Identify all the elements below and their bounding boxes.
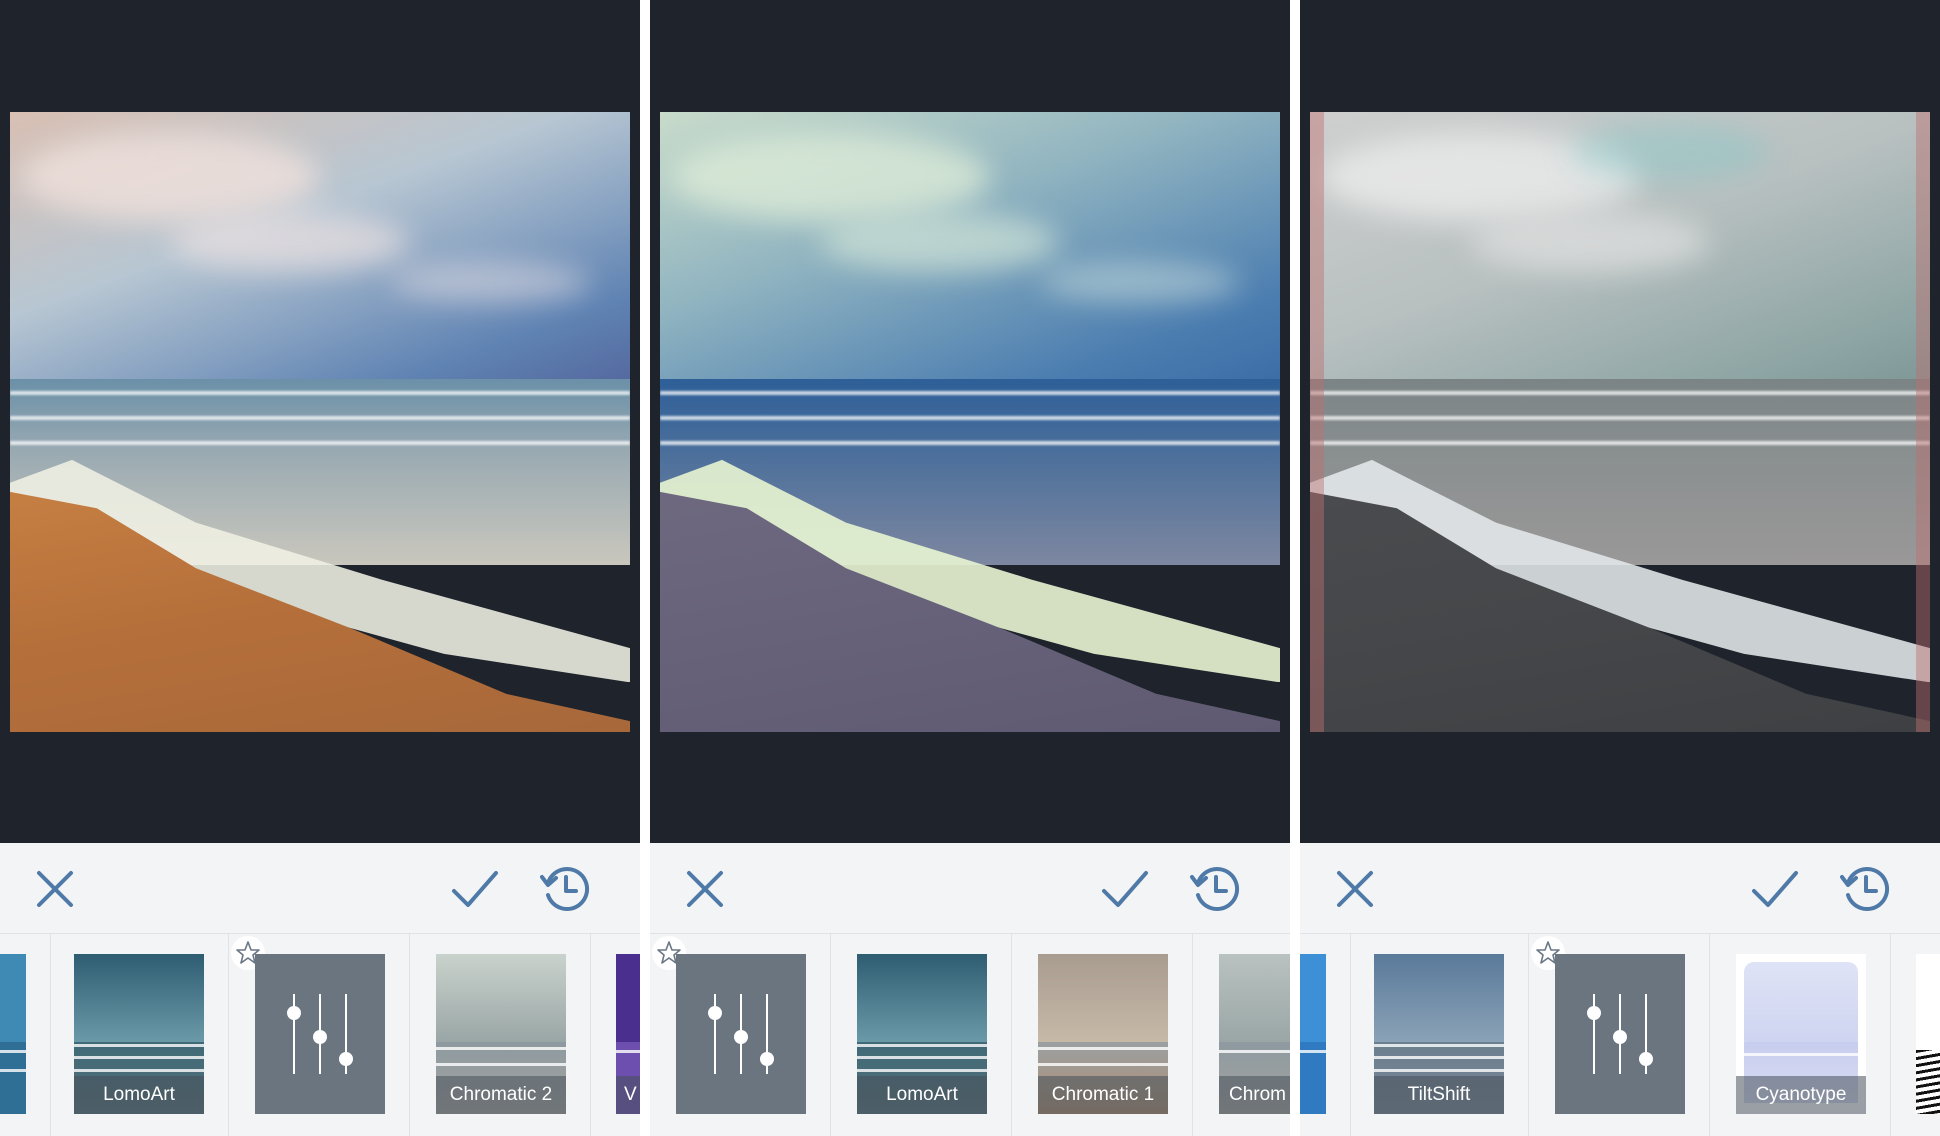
filter-thumbnail: V [616, 954, 640, 1114]
filter-label: TiltShift [1374, 1076, 1504, 1114]
photo-viewer [0, 0, 640, 843]
editor-toolbar [1300, 843, 1940, 934]
filter-tile-cyanotype[interactable]: Cyanotype [1710, 934, 1891, 1136]
filter-thumbnail: Chrom [1219, 954, 1290, 1114]
filter-tile-tiltshift[interactable]: TiltShift [1348, 934, 1529, 1136]
beach-photo-lomo [10, 112, 630, 732]
filter-thumbnail: Chromatic 2 [436, 954, 566, 1114]
beach-photo-chromatic [1310, 112, 1930, 732]
editor-toolbar [0, 843, 640, 934]
filter-thumbnail: LomoArt [74, 954, 204, 1114]
filter-tile-chromatic-1[interactable]: Chromatic 1 [1012, 934, 1193, 1136]
history-icon[interactable] [1838, 863, 1890, 915]
filter-thumbnail [0, 954, 26, 1114]
filter-tile-adjust[interactable] [650, 934, 831, 1136]
filter-label: Chromatic 1 [1038, 1076, 1168, 1114]
adjust-sliders-icon [1555, 954, 1685, 1114]
editor-panel-2: LomoArt Chromatic 1 Chrom [650, 0, 1290, 1136]
filter-tile-partial[interactable] [1890, 934, 1940, 1136]
filter-strip: TiltShift Cyanotype [1300, 934, 1940, 1136]
editor-panel-1: LomoArt Chromatic 2 V [0, 0, 640, 1136]
beach-photo-cool [660, 112, 1280, 732]
history-icon[interactable] [1188, 863, 1240, 915]
editor-toolbar [650, 843, 1290, 934]
filter-thumbnail: TiltShift [1374, 954, 1504, 1114]
filter-label: LomoArt [857, 1076, 987, 1114]
filter-thumbnail [1916, 954, 1940, 1114]
filter-thumbnail: LomoArt [857, 954, 987, 1114]
close-icon[interactable] [679, 863, 731, 915]
close-icon[interactable] [1329, 863, 1381, 915]
checkmark-icon[interactable] [1098, 863, 1150, 915]
filter-label: V [616, 1076, 640, 1114]
filter-label: Chrom [1219, 1076, 1290, 1114]
filter-tile[interactable] [1300, 934, 1351, 1136]
editor-panel-3: TiltShift Cyanotype [1300, 0, 1940, 1136]
filter-label: LomoArt [74, 1076, 204, 1114]
filter-strip: LomoArt Chromatic 2 V [0, 934, 640, 1136]
adjust-sliders-icon [255, 954, 385, 1114]
history-icon[interactable] [538, 863, 590, 915]
filter-thumbnail [1300, 954, 1326, 1114]
filter-thumbnail: Cyanotype [1736, 954, 1866, 1114]
photo-viewer [650, 0, 1290, 843]
filter-tile-partial[interactable]: Chrom [1193, 934, 1290, 1136]
filter-tile-lomoart[interactable]: LomoArt [48, 934, 229, 1136]
filter-strip: LomoArt Chromatic 1 Chrom [650, 934, 1290, 1136]
close-icon[interactable] [29, 863, 81, 915]
filter-tile[interactable] [0, 934, 51, 1136]
filter-tile-lomoart[interactable]: LomoArt [831, 934, 1012, 1136]
filter-tile-adjust[interactable] [229, 934, 410, 1136]
filter-label: Chromatic 2 [436, 1076, 566, 1114]
checkmark-icon[interactable] [448, 863, 500, 915]
filter-tile-adjust[interactable] [1529, 934, 1710, 1136]
filter-tile-chromatic-2[interactable]: Chromatic 2 [410, 934, 591, 1136]
photo-viewer [1300, 0, 1940, 843]
filter-thumbnail: Chromatic 1 [1038, 954, 1168, 1114]
adjust-sliders-icon [676, 954, 806, 1114]
filter-tile-partial[interactable]: V [590, 934, 640, 1136]
filter-label: Cyanotype [1736, 1076, 1866, 1114]
checkmark-icon[interactable] [1748, 863, 1800, 915]
